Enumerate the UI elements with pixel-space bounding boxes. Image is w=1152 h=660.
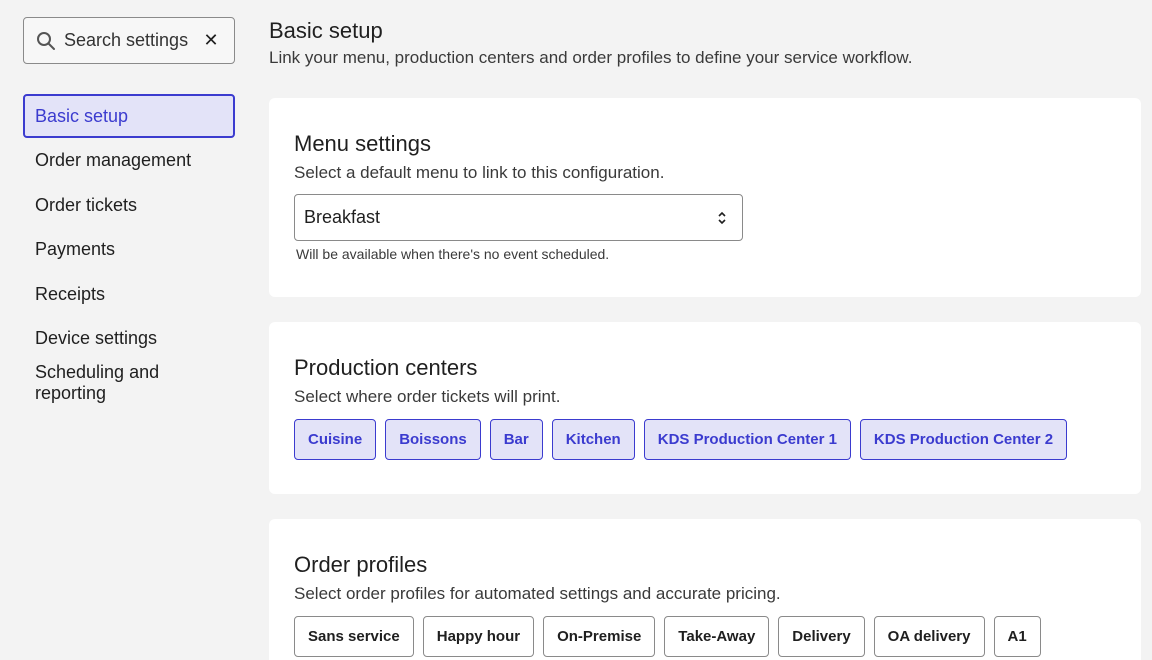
- production-centers-chips: Cuisine Boissons Bar Kitchen KDS Product…: [294, 419, 1116, 460]
- order-profiles-card: Order profiles Select order profiles for…: [269, 519, 1141, 660]
- chip-take-away[interactable]: Take-Away: [664, 616, 770, 657]
- chip-oa-delivery[interactable]: OA delivery: [873, 616, 985, 657]
- production-centers-description: Select where order tickets will print.: [294, 387, 561, 406]
- sidebar-item-order-tickets[interactable]: Order tickets: [23, 183, 235, 227]
- settings-sidebar: Search settings ✕ Basic setup Order mana…: [23, 17, 235, 406]
- chip-a1[interactable]: A1: [993, 616, 1041, 657]
- search-icon: [37, 31, 55, 50]
- search-settings-field[interactable]: Search settings ✕: [23, 17, 235, 64]
- search-input[interactable]: Search settings: [64, 30, 200, 51]
- chip-cuisine[interactable]: Cuisine: [294, 419, 377, 460]
- order-profiles-title: Order profiles: [294, 552, 428, 577]
- sidebar-item-scheduling-and-reporting[interactable]: Scheduling and reporting: [23, 361, 235, 405]
- page-title: Basic setup: [269, 18, 383, 43]
- order-profiles-chips: Sans service Happy hour On-Premise Take-…: [294, 616, 1116, 657]
- page-subtitle: Link your menu, production centers and o…: [269, 48, 913, 67]
- chip-kitchen[interactable]: Kitchen: [551, 419, 635, 460]
- menu-settings-title: Menu settings: [294, 131, 431, 156]
- sidebar-nav: Basic setup Order management Order ticke…: [23, 94, 235, 405]
- chip-delivery[interactable]: Delivery: [778, 616, 865, 657]
- menu-helper-text: Will be available when there's no event …: [296, 246, 610, 262]
- select-arrows-icon: [717, 211, 727, 225]
- order-profiles-description: Select order profiles for automated sett…: [294, 584, 781, 603]
- chip-kds-production-center-2[interactable]: KDS Production Center 2: [859, 419, 1068, 460]
- sidebar-item-order-management[interactable]: Order management: [23, 139, 235, 183]
- sidebar-item-basic-setup[interactable]: Basic setup: [23, 94, 235, 138]
- sidebar-item-receipts[interactable]: Receipts: [23, 272, 235, 316]
- menu-settings-card: Menu settings Select a default menu to l…: [269, 98, 1141, 297]
- clear-search-icon[interactable]: ✕: [200, 30, 222, 52]
- default-menu-value: Breakfast: [304, 207, 381, 227]
- chip-boissons[interactable]: Boissons: [385, 419, 481, 460]
- page-header: Basic setup Link your menu, production c…: [269, 17, 1141, 69]
- chip-on-premise[interactable]: On-Premise: [543, 616, 656, 657]
- chip-sans-service[interactable]: Sans service: [294, 616, 414, 657]
- sidebar-item-payments[interactable]: Payments: [23, 228, 235, 272]
- chip-kds-production-center-1[interactable]: KDS Production Center 1: [643, 419, 851, 460]
- sidebar-item-device-settings[interactable]: Device settings: [23, 317, 235, 361]
- production-centers-card: Production centers Select where order ti…: [269, 322, 1141, 494]
- production-centers-title: Production centers: [294, 355, 478, 380]
- menu-settings-description: Select a default menu to link to this co…: [294, 163, 665, 182]
- chip-happy-hour[interactable]: Happy hour: [422, 616, 535, 657]
- chip-bar[interactable]: Bar: [489, 419, 543, 460]
- default-menu-select[interactable]: Breakfast: [294, 194, 743, 241]
